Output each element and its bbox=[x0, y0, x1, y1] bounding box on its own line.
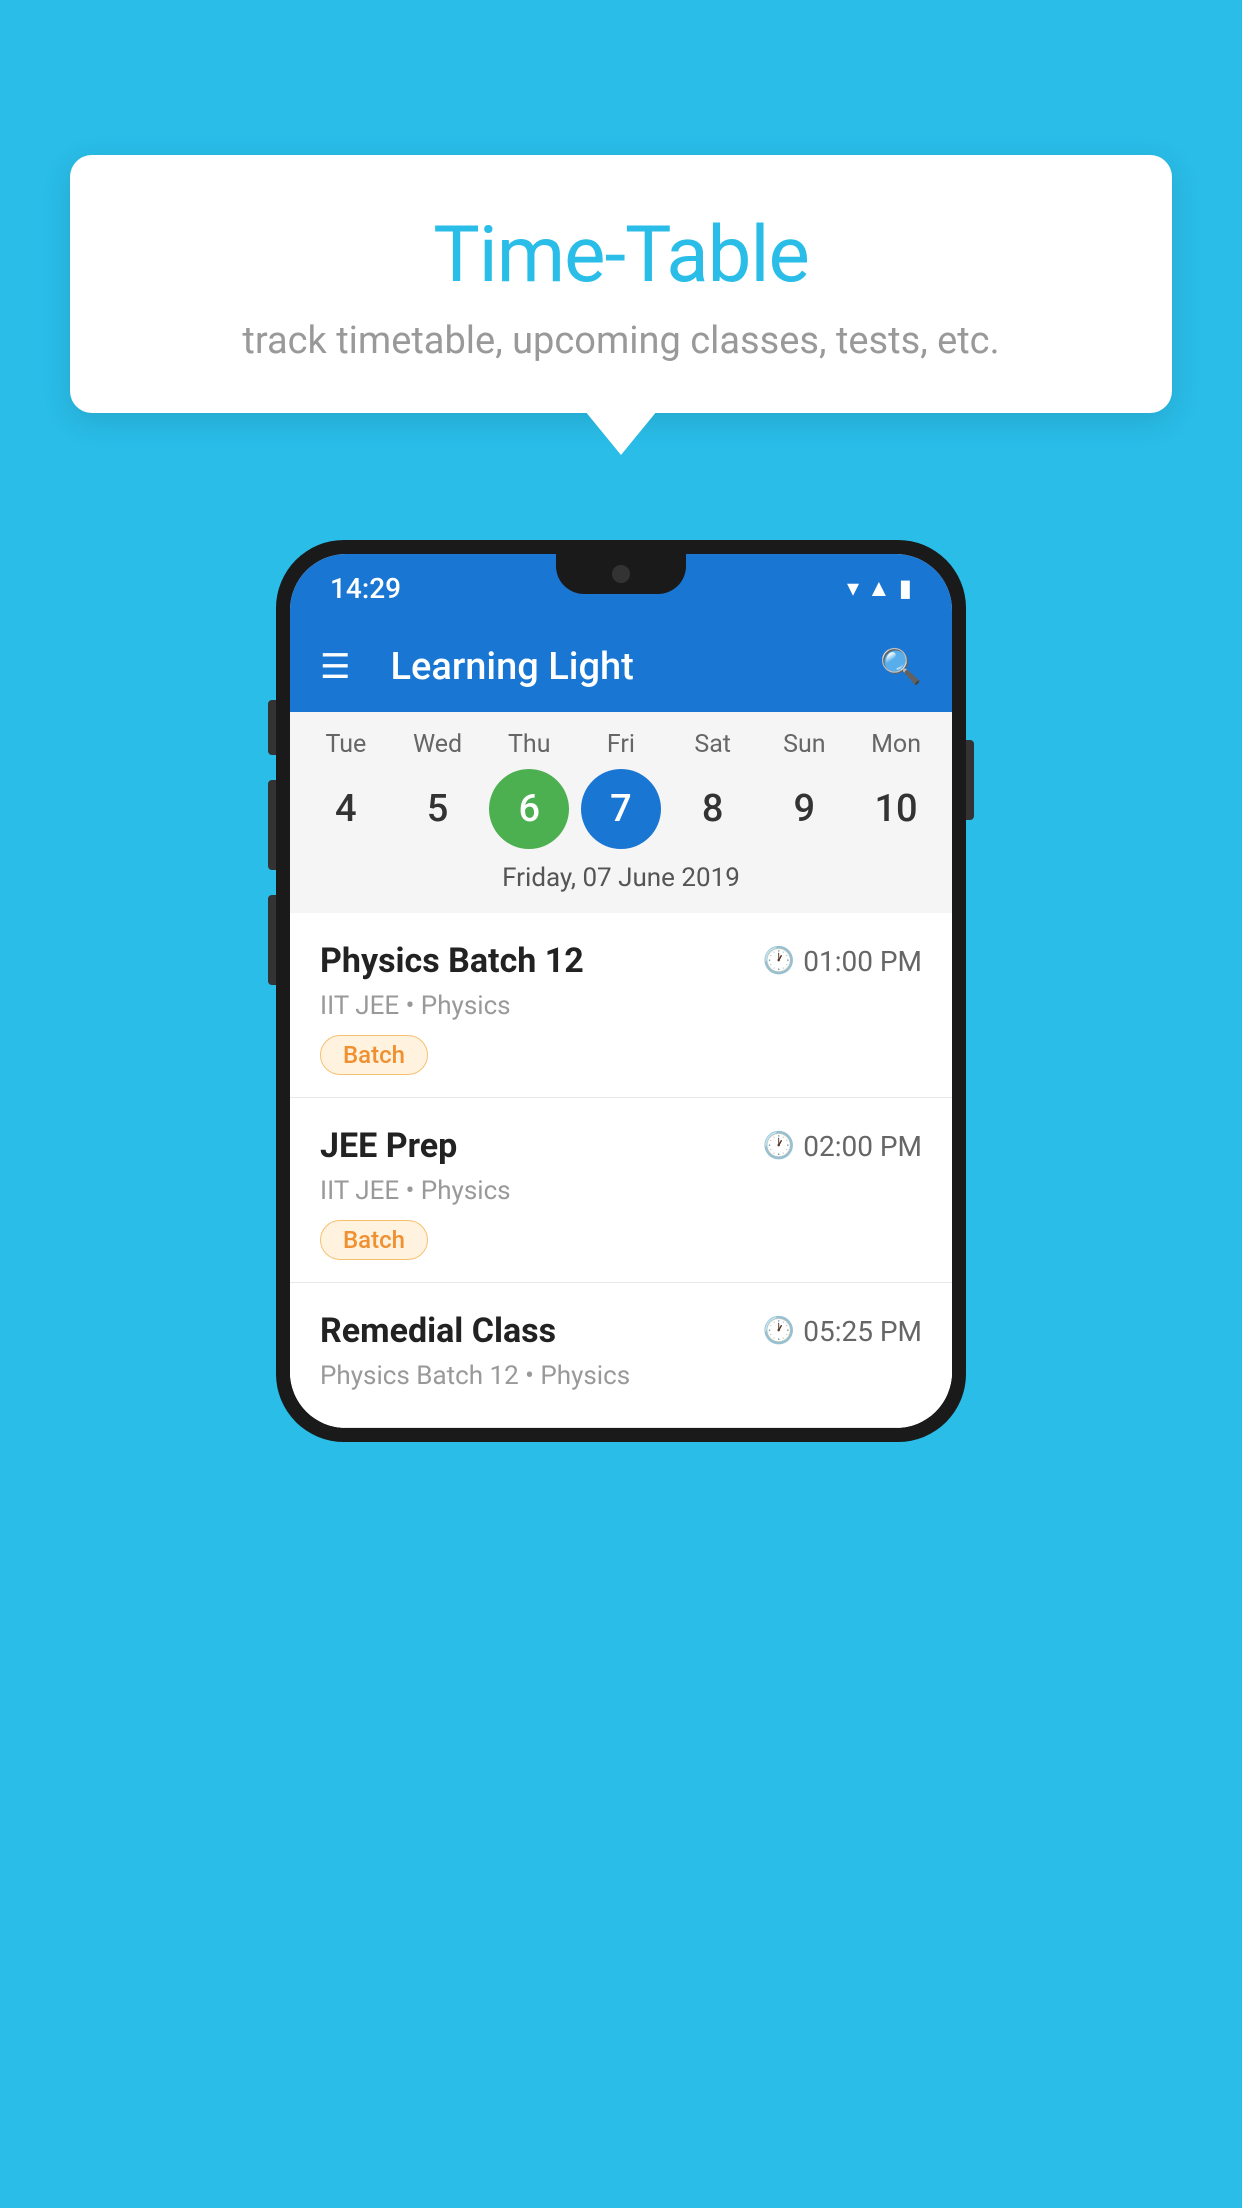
notch bbox=[556, 554, 686, 594]
time-text: 05:25 PM bbox=[803, 1315, 922, 1348]
signal-icon: ▲ bbox=[867, 574, 891, 603]
day-number[interactable]: 10 bbox=[856, 769, 936, 849]
app-bar: ☰ Learning Light 🔍 bbox=[290, 622, 952, 712]
schedule-item[interactable]: JEE Prep 🕐 02:00 PM IIT JEE • Physics Batch bbox=[290, 1098, 952, 1283]
day-name: Tue bbox=[306, 730, 386, 759]
day-name: Mon bbox=[856, 730, 936, 759]
selected-date-label: Friday, 07 June 2019 bbox=[300, 863, 942, 905]
day-number[interactable]: 7 bbox=[581, 769, 661, 849]
item-subtitle: Physics Batch 12 • Physics bbox=[320, 1361, 922, 1391]
day-number[interactable]: 4 bbox=[306, 769, 386, 849]
search-icon[interactable]: 🔍 bbox=[880, 647, 922, 687]
day-names-row: Tue Wed Thu Fri Sat Sun Mon bbox=[300, 730, 942, 759]
speech-bubble: Time-Table track timetable, upcoming cla… bbox=[70, 155, 1172, 413]
status-icons: ▾ ▲ ▮ bbox=[847, 574, 912, 603]
day-numbers-row: 45678910 bbox=[300, 769, 942, 849]
batch-badge: Batch bbox=[320, 1035, 428, 1075]
camera bbox=[612, 565, 630, 583]
clock-icon: 🕐 bbox=[763, 1131, 795, 1161]
power-button bbox=[966, 740, 974, 820]
schedule-item[interactable]: Remedial Class 🕐 05:25 PM Physics Batch 12 … bbox=[290, 1283, 952, 1428]
day-name: Thu bbox=[489, 730, 569, 759]
day-number[interactable]: 5 bbox=[398, 769, 478, 849]
battery-icon: ▮ bbox=[899, 574, 912, 602]
volume-up-button bbox=[268, 780, 276, 870]
schedule-item[interactable]: Physics Batch 12 🕐 01:00 PM IIT JEE • Physi… bbox=[290, 913, 952, 1098]
status-bar: 14:29 ▾ ▲ ▮ bbox=[290, 554, 952, 622]
time-text: 01:00 PM bbox=[803, 945, 922, 978]
bubble-title: Time-Table bbox=[130, 210, 1112, 301]
item-title: JEE Prep bbox=[320, 1126, 457, 1166]
item-time: 🕐 01:00 PM bbox=[763, 945, 922, 978]
hamburger-icon[interactable]: ☰ bbox=[320, 650, 350, 684]
time-text: 02:00 PM bbox=[803, 1130, 922, 1163]
status-time: 14:29 bbox=[330, 572, 401, 605]
item-time: 🕐 02:00 PM bbox=[763, 1130, 922, 1163]
item-subtitle: IIT JEE • Physics bbox=[320, 1176, 922, 1206]
batch-badge: Batch bbox=[320, 1220, 428, 1260]
phone-screen: 14:29 ▾ ▲ ▮ ☰ Learning Light 🔍 bbox=[290, 554, 952, 1428]
item-time: 🕐 05:25 PM bbox=[763, 1315, 922, 1348]
volume-down-button bbox=[268, 895, 276, 985]
mute-button bbox=[268, 700, 276, 755]
phone-mockup: 14:29 ▾ ▲ ▮ ☰ Learning Light 🔍 bbox=[276, 540, 966, 1442]
day-name: Sat bbox=[673, 730, 753, 759]
app-title: Learning Light bbox=[380, 645, 849, 689]
day-name: Wed bbox=[398, 730, 478, 759]
item-title: Remedial Class bbox=[320, 1311, 556, 1351]
clock-icon: 🕐 bbox=[763, 946, 795, 976]
day-name: Sun bbox=[764, 730, 844, 759]
day-name: Fri bbox=[581, 730, 661, 759]
calendar-strip: Tue Wed Thu Fri Sat Sun Mon 45678910 Friday, 0… bbox=[290, 712, 952, 913]
item-subtitle: IIT JEE • Physics bbox=[320, 991, 922, 1021]
item-title: Physics Batch 12 bbox=[320, 941, 584, 981]
clock-icon: 🕐 bbox=[763, 1316, 795, 1346]
schedule-list: Physics Batch 12 🕐 01:00 PM IIT JEE • Physi… bbox=[290, 913, 952, 1428]
day-number[interactable]: 8 bbox=[673, 769, 753, 849]
day-number[interactable]: 9 bbox=[764, 769, 844, 849]
bubble-subtitle: track timetable, upcoming classes, tests… bbox=[130, 319, 1112, 363]
wifi-icon: ▾ bbox=[847, 574, 859, 602]
day-number[interactable]: 6 bbox=[489, 769, 569, 849]
